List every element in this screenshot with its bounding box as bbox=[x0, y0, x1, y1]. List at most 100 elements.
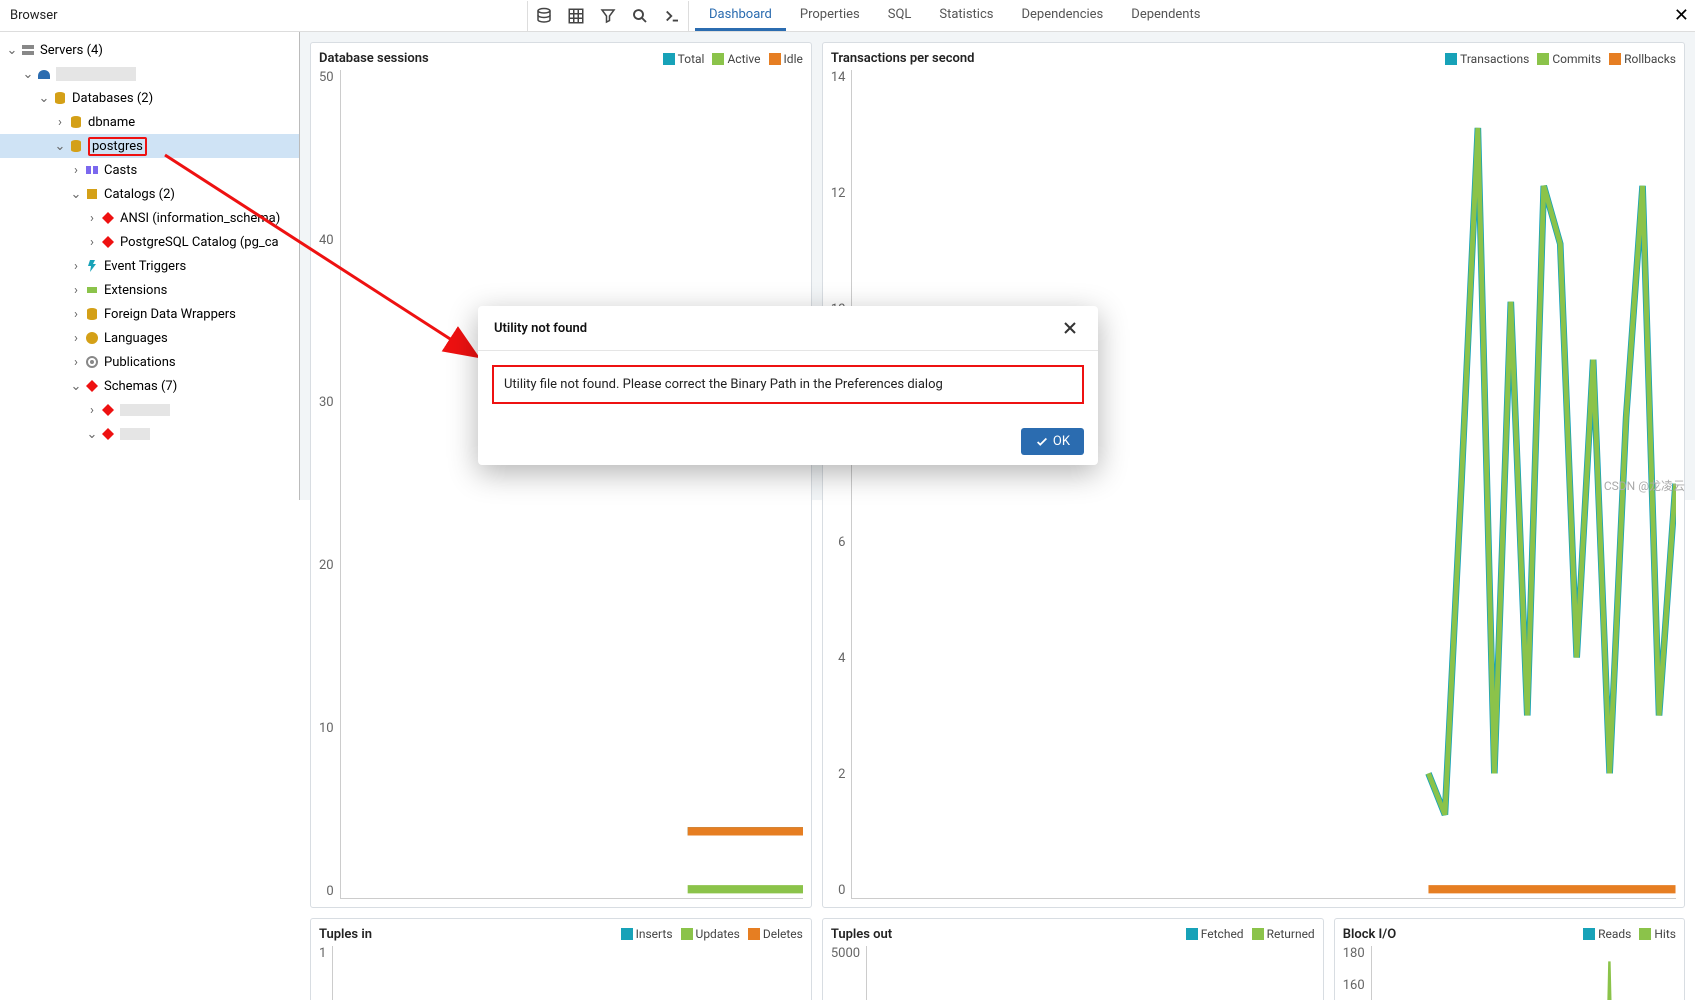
legend-label: Rollbacks bbox=[1624, 52, 1676, 66]
legend-label: Idle bbox=[784, 52, 803, 66]
tree-languages[interactable]: › Languages bbox=[0, 326, 299, 350]
tree-catalog-pg[interactable]: › PostgreSQL Catalog (pg_ca bbox=[0, 230, 299, 254]
tree-catalog-ansi[interactable]: › ANSI (information_schema) bbox=[0, 206, 299, 230]
tree-schema-item[interactable]: › bbox=[0, 398, 299, 422]
y-axis: 10 bbox=[319, 946, 332, 1000]
extension-icon bbox=[84, 282, 100, 298]
tree-server[interactable]: ⌄ bbox=[0, 62, 299, 86]
tab-bar: Dashboard Properties SQL Statistics Depe… bbox=[695, 1, 1214, 31]
dialog-message: Utility file not found. Please correct t… bbox=[492, 365, 1084, 404]
filter-icon[interactable] bbox=[592, 1, 624, 31]
chevron-right-icon: › bbox=[70, 356, 82, 368]
tree-fdw[interactable]: › Foreign Data Wrappers bbox=[0, 302, 299, 326]
tree-label: Schemas (7) bbox=[104, 379, 177, 394]
panel-title: Database sessions bbox=[319, 51, 429, 66]
tree-casts[interactable]: › Casts bbox=[0, 158, 299, 182]
legend-swatch bbox=[712, 53, 724, 65]
tree-label: Casts bbox=[104, 163, 137, 178]
tab-dependents[interactable]: Dependents bbox=[1117, 1, 1214, 31]
chevron-right-icon: › bbox=[70, 308, 82, 320]
tree-label: Languages bbox=[104, 331, 168, 346]
tree-label bbox=[56, 67, 136, 81]
diamond-icon bbox=[100, 402, 116, 418]
tree-label: PostgreSQL Catalog (pg_ca bbox=[120, 235, 279, 250]
chevron-right-icon: › bbox=[54, 116, 66, 128]
error-dialog: Utility not found Utility file not found… bbox=[478, 306, 1098, 465]
tree-db-postgres[interactable]: ⌄ postgres bbox=[0, 134, 299, 158]
close-icon[interactable] bbox=[1058, 316, 1082, 340]
database-icon[interactable] bbox=[528, 1, 560, 31]
legend-label: Updates bbox=[696, 927, 740, 941]
tree-label: Publications bbox=[104, 355, 176, 370]
button-label: OK bbox=[1053, 434, 1070, 449]
tree-label: postgres bbox=[88, 137, 147, 156]
legend-swatch bbox=[1252, 928, 1264, 940]
schema-icon bbox=[84, 378, 100, 394]
database-icon bbox=[68, 114, 84, 130]
close-icon[interactable]: ✕ bbox=[1674, 5, 1689, 26]
legend: Transactions Commits Rollbacks bbox=[1445, 52, 1676, 66]
chevron-down-icon: ⌄ bbox=[38, 92, 50, 104]
ok-button[interactable]: OK bbox=[1021, 428, 1084, 455]
chevron-down-icon: ⌄ bbox=[70, 188, 82, 200]
tree-db-dbname[interactable]: › dbname bbox=[0, 110, 299, 134]
server-group-icon bbox=[20, 42, 36, 58]
tree-label: Event Triggers bbox=[104, 259, 186, 274]
legend-swatch bbox=[769, 53, 781, 65]
browser-label: Browser bbox=[0, 8, 68, 23]
tree-schema-item[interactable]: ⌄ bbox=[0, 422, 299, 446]
chart-area bbox=[332, 946, 803, 1000]
legend-swatch bbox=[663, 53, 675, 65]
tree-label: ANSI (information_schema) bbox=[120, 211, 280, 226]
tree-label: Extensions bbox=[104, 283, 167, 298]
tab-statistics[interactable]: Statistics bbox=[925, 1, 1007, 31]
elephant-icon bbox=[36, 66, 52, 82]
tab-dependencies[interactable]: Dependencies bbox=[1008, 1, 1118, 31]
tree-label bbox=[120, 428, 150, 440]
trigger-icon bbox=[84, 258, 100, 274]
chart-area bbox=[1371, 946, 1676, 1000]
tree-catalogs[interactable]: ⌄ Catalogs (2) bbox=[0, 182, 299, 206]
legend-swatch bbox=[1583, 928, 1595, 940]
tree-schemas[interactable]: ⌄ Schemas (7) bbox=[0, 374, 299, 398]
tab-properties[interactable]: Properties bbox=[786, 1, 874, 31]
legend-label: Hits bbox=[1654, 927, 1676, 941]
legend-swatch bbox=[1639, 928, 1651, 940]
tab-sql[interactable]: SQL bbox=[874, 1, 926, 31]
chevron-down-icon: ⌄ bbox=[86, 428, 98, 440]
chevron-down-icon: ⌄ bbox=[22, 68, 34, 80]
terminal-icon[interactable] bbox=[656, 1, 688, 31]
object-browser[interactable]: ⌄ Servers (4) ⌄ ⌄ Databases (2) › dbname… bbox=[0, 32, 300, 500]
diamond-icon bbox=[100, 210, 116, 226]
legend-label: Deletes bbox=[763, 927, 803, 941]
legend-swatch bbox=[748, 928, 760, 940]
chevron-right-icon: › bbox=[70, 284, 82, 296]
tree-label: Databases (2) bbox=[72, 91, 153, 106]
legend-swatch bbox=[1445, 53, 1457, 65]
chart-area bbox=[866, 946, 1315, 1000]
search-icon[interactable] bbox=[624, 1, 656, 31]
chevron-down-icon: ⌄ bbox=[70, 380, 82, 392]
fdw-icon bbox=[84, 306, 100, 322]
chevron-right-icon: › bbox=[86, 212, 98, 224]
language-icon bbox=[84, 330, 100, 346]
tree-extensions[interactable]: › Extensions bbox=[0, 278, 299, 302]
legend-swatch bbox=[681, 928, 693, 940]
chevron-right-icon: › bbox=[70, 164, 82, 176]
tree-label: Catalogs (2) bbox=[104, 187, 175, 202]
legend: Inserts Updates Deletes bbox=[621, 927, 803, 941]
tree-servers[interactable]: ⌄ Servers (4) bbox=[0, 38, 299, 62]
y-axis: 14121086420 bbox=[831, 70, 852, 899]
tree-event-triggers[interactable]: › Event Triggers bbox=[0, 254, 299, 278]
grid-icon[interactable] bbox=[560, 1, 592, 31]
tree-publications[interactable]: › Publications bbox=[0, 350, 299, 374]
chevron-right-icon: › bbox=[86, 236, 98, 248]
tab-dashboard[interactable]: Dashboard bbox=[695, 1, 786, 31]
legend-label: Active bbox=[727, 52, 760, 66]
panel-database-sessions: Database sessions Total Active Idle 5040… bbox=[310, 42, 812, 908]
legend-label: Reads bbox=[1598, 927, 1631, 941]
panel-title: Transactions per second bbox=[831, 51, 975, 66]
chevron-down-icon: ⌄ bbox=[6, 44, 18, 56]
tree-databases[interactable]: ⌄ Databases (2) bbox=[0, 86, 299, 110]
legend: Reads Hits bbox=[1583, 927, 1676, 941]
